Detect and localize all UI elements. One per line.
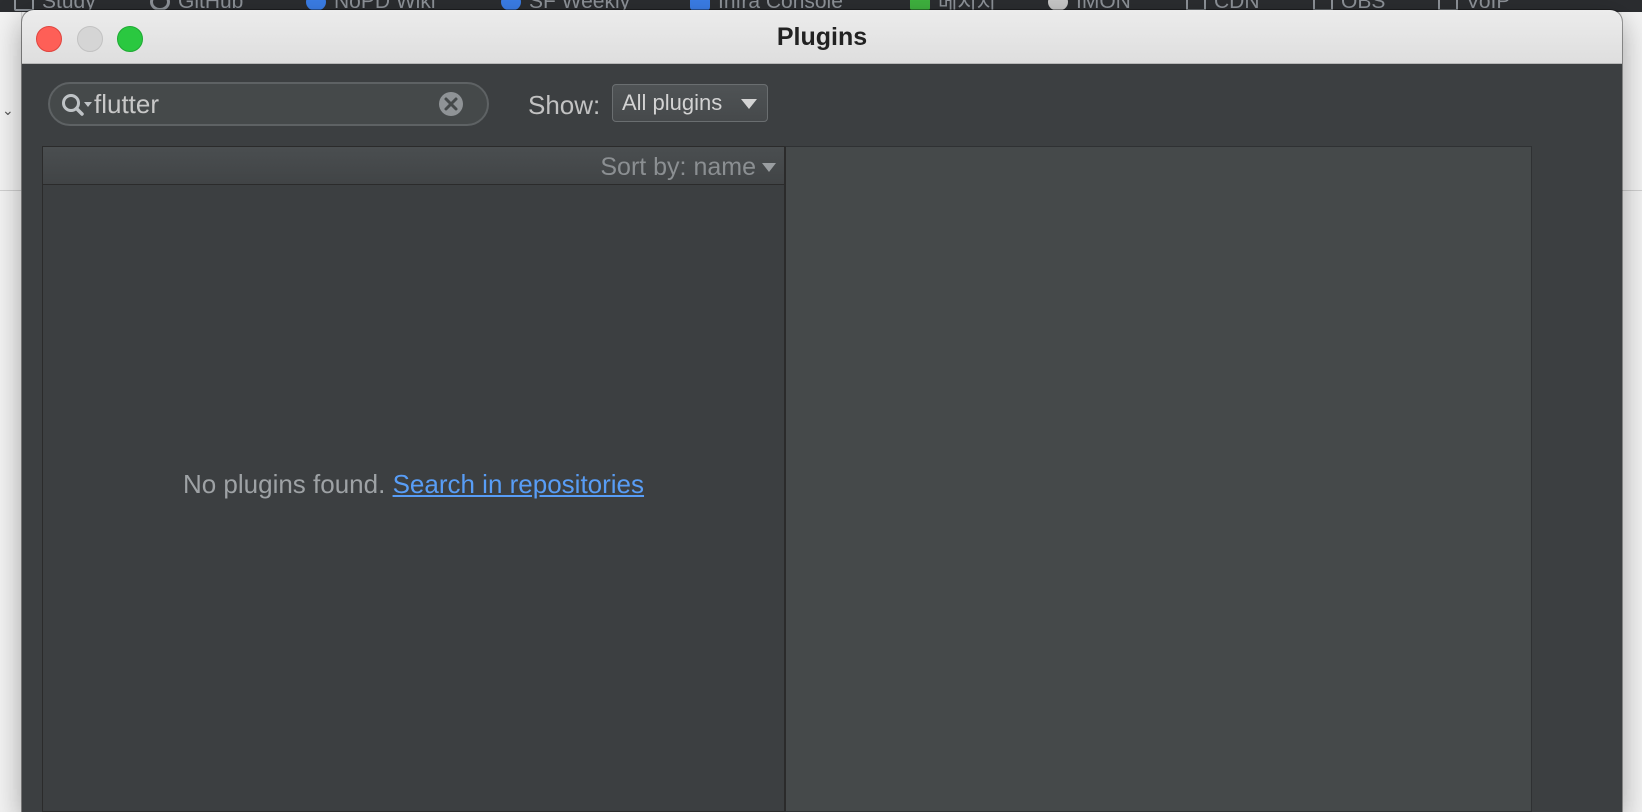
plugin-search-box[interactable] <box>48 82 489 126</box>
background-page <box>0 12 22 812</box>
divider <box>0 190 22 191</box>
title-bar: Plugins <box>22 10 1622 64</box>
plugin-list-panel: Sort by: name No plugins found. Search i… <box>42 146 785 812</box>
background-page <box>1622 12 1642 812</box>
divider <box>1622 190 1642 191</box>
plugin-detail-panel <box>785 146 1532 812</box>
chevron-down-icon[interactable]: ⌄ <box>2 103 14 119</box>
chevron-down-icon <box>741 99 757 109</box>
sort-button[interactable]: Sort by: name <box>600 153 776 182</box>
empty-message: No plugins found. <box>182 469 386 499</box>
search-icon[interactable] <box>60 92 94 118</box>
clear-icon[interactable] <box>437 90 465 118</box>
search-input[interactable] <box>94 89 434 119</box>
window-title: Plugins <box>776 23 868 51</box>
plugin-list-header: Sort by: name <box>43 147 784 185</box>
search-repositories-link[interactable]: Search in repositories <box>393 469 644 499</box>
plugins-dialog: Plugins Show: All plugins Sort by: name … <box>22 10 1622 812</box>
show-label: Show: <box>528 90 601 120</box>
show-filter-value: All plugins <box>622 90 723 115</box>
show-filter-dropdown[interactable]: All plugins <box>612 84 768 122</box>
chevron-down-icon <box>762 163 776 172</box>
sort-label: Sort by: name <box>600 153 756 181</box>
empty-state: No plugins found. Search in repositories <box>43 469 784 500</box>
